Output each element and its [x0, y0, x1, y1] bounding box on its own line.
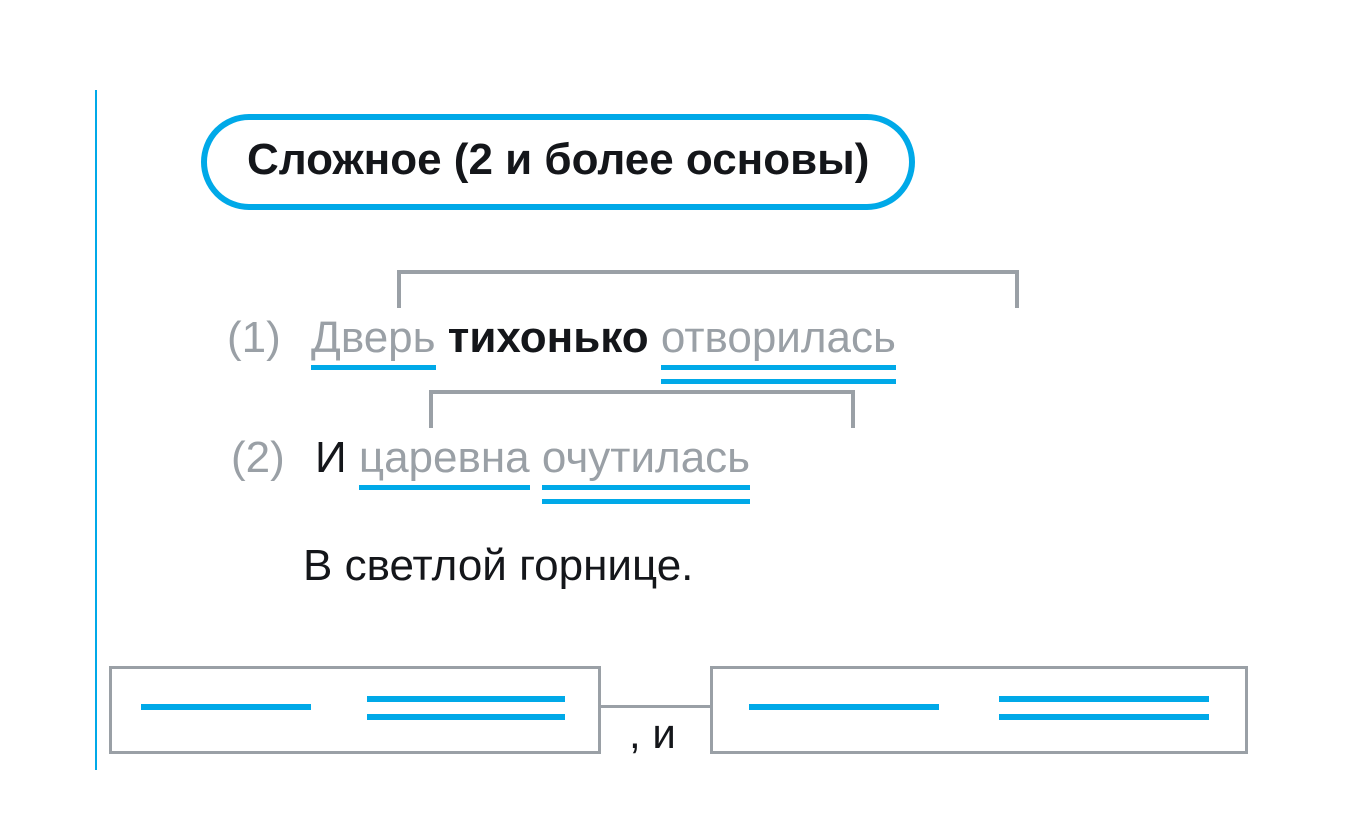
line2-marker: (2) [231, 433, 285, 482]
line3-text: В светлой горнице. [303, 541, 693, 590]
schema-separator: , и [629, 710, 676, 758]
line2-subject: царевна [359, 436, 530, 480]
schema-box1-subject-line [141, 704, 311, 710]
line2-predicate: очутилась [542, 436, 750, 480]
schema-box1-predicate-line-top [367, 696, 565, 702]
schema-box-1 [109, 666, 601, 754]
bracket-line2 [429, 390, 855, 428]
schema-box2-subject-line [749, 704, 939, 710]
schema-box-2 [710, 666, 1248, 754]
line1-predicate: отворилась [661, 316, 896, 360]
schema-connector [598, 705, 710, 708]
schema-box2-predicate-line-top [999, 696, 1209, 702]
line1-adverb: тихонько [448, 316, 649, 360]
line2-conj: И [315, 436, 347, 480]
bracket-line1 [397, 270, 1019, 308]
sentence-line-2: (2) И царевна очутилась [231, 436, 750, 480]
schema-box2-predicate-line-bottom [999, 714, 1209, 720]
schema-box1-predicate-line-bottom [367, 714, 565, 720]
line1-marker: (1) [227, 313, 281, 362]
title-pill: Сложное (2 и более основы) [201, 114, 915, 210]
schema: , и [109, 666, 1245, 760]
sentence-line-3: В светлой горнице. [303, 544, 693, 588]
diagram-stage: Сложное (2 и более основы) (1) Дверь тих… [95, 90, 1257, 770]
line1-subject: Дверь [311, 316, 436, 360]
title-text: Сложное (2 и более основы) [247, 135, 869, 184]
sentence-line-1: (1) Дверь тихонько отворилась [227, 316, 896, 360]
